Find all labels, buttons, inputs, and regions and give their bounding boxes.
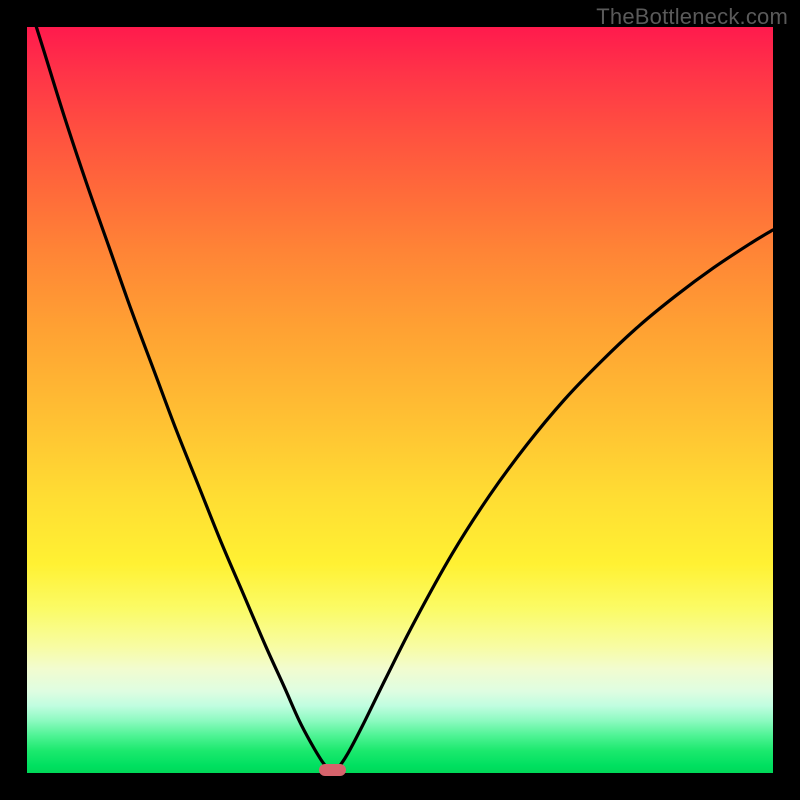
cusp-marker (319, 764, 346, 776)
right-branch-path (333, 230, 773, 773)
curve-layer (0, 0, 800, 800)
watermark-text: TheBottleneck.com (596, 4, 788, 30)
left-branch-path (27, 0, 333, 773)
chart-frame: TheBottleneck.com (0, 0, 800, 800)
